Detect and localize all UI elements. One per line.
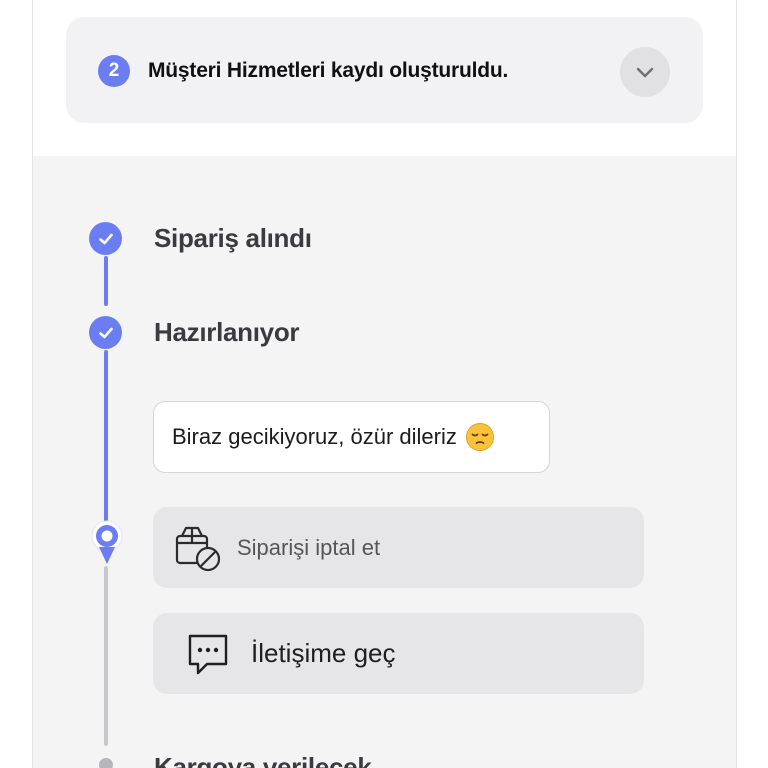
current-step-marker [91, 520, 123, 564]
step-completed-dot [89, 222, 122, 255]
delay-message-text: Biraz gecikiyoruz, özür dileriz [172, 424, 457, 449]
package-cancel-icon [175, 526, 221, 571]
expand-toggle-button[interactable] [620, 47, 670, 97]
cancel-order-button[interactable]: Siparişi iptal et [153, 507, 644, 588]
chat-bubble-icon [188, 634, 228, 674]
contact-label: İletişime geç [251, 638, 396, 668]
delay-message: Biraz gecikiyoruz, özür dileriz [153, 401, 550, 473]
step-completed-dot [89, 316, 122, 349]
step-pending-dot [99, 758, 113, 768]
timeline-connector-pending [104, 566, 108, 746]
step-label-order-received: Sipariş alındı [154, 223, 312, 253]
step-number-badge: 2 [98, 55, 130, 87]
contact-button[interactable]: İletişime geç [153, 613, 644, 694]
check-icon [98, 233, 113, 244]
check-icon [98, 327, 113, 338]
notice-text: Müşteri Hizmetleri kaydı oluşturuldu. [148, 59, 509, 82]
step-label-preparing: Hazırlanıyor [154, 317, 300, 347]
timeline-connector [104, 350, 108, 528]
pensive-face-emoji [465, 423, 494, 451]
cancel-order-label: Siparişi iptal et [237, 534, 381, 560]
chevron-down-icon [636, 67, 654, 78]
step-label-to-be-shipped: Kargoya verilecek [154, 752, 372, 768]
timeline-connector [104, 256, 108, 306]
